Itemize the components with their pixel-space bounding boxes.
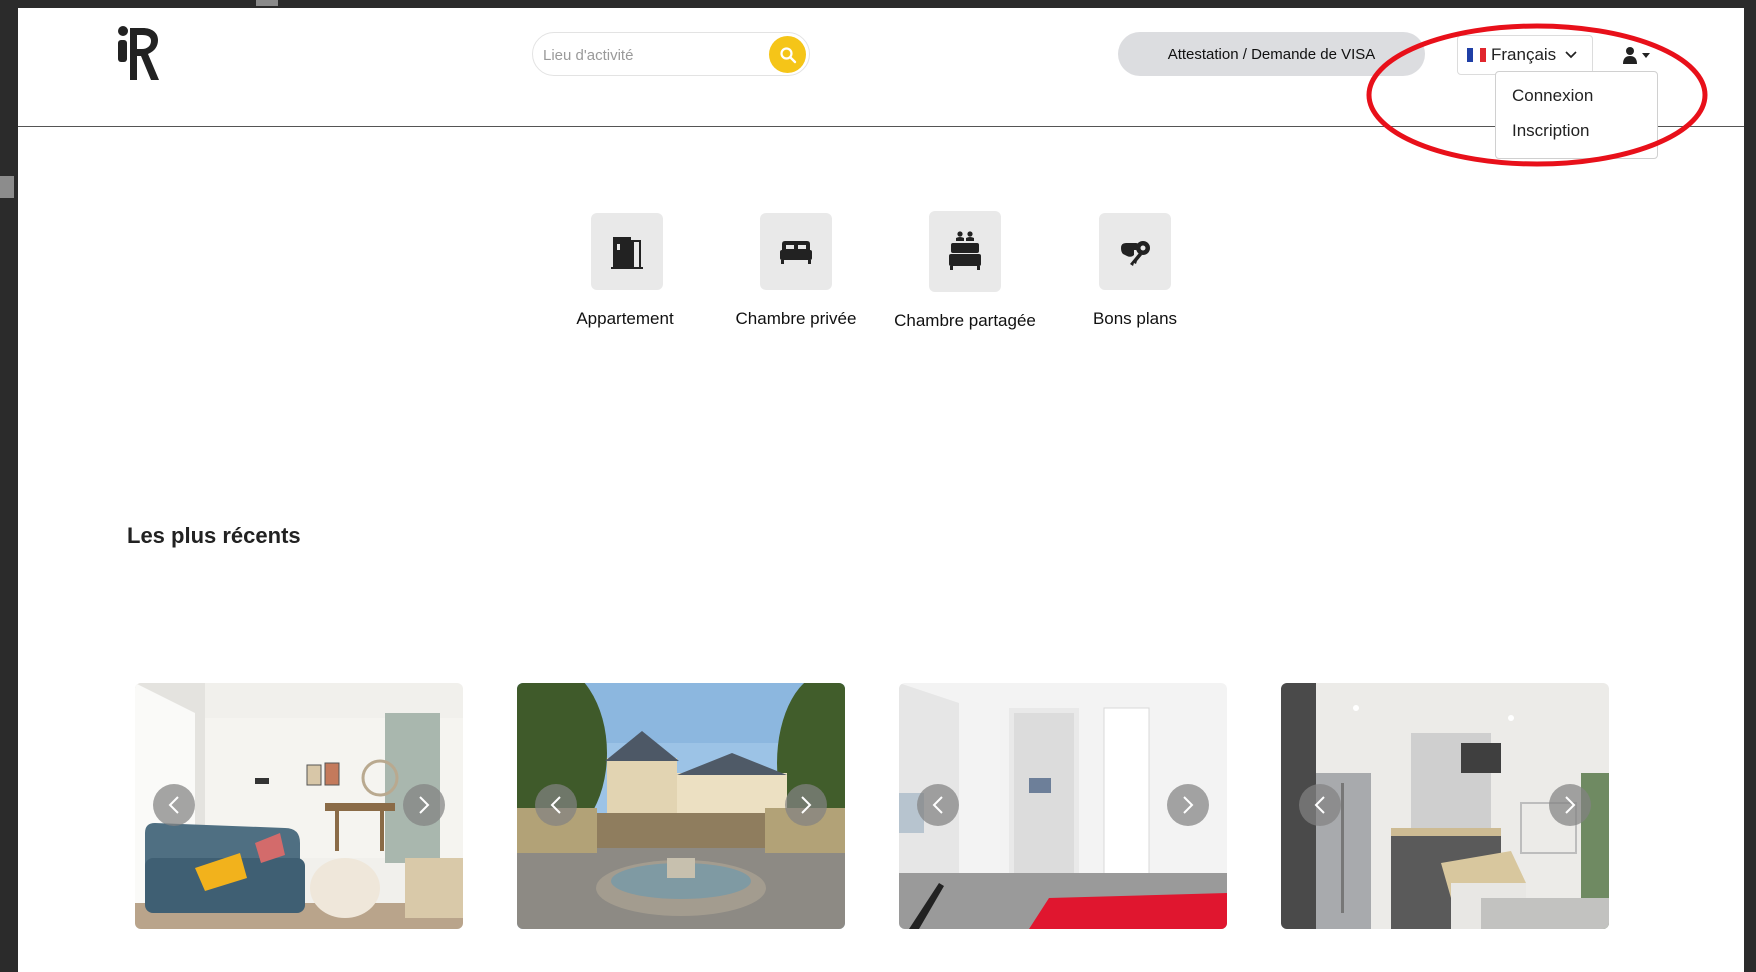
chevron-left-icon <box>1314 796 1325 814</box>
chevron-left-icon <box>932 796 943 814</box>
listing-card[interactable] <box>899 683 1227 929</box>
search-button[interactable] <box>769 36 806 73</box>
user-icon <box>1623 47 1637 64</box>
category-shared-room-label: Chambre partagée <box>894 311 1036 330</box>
fr-flag-icon <box>1467 48 1486 62</box>
login-menu-item[interactable]: Connexion <box>1512 86 1593 106</box>
site-logo[interactable] <box>114 22 160 84</box>
chevron-right-icon <box>801 796 812 814</box>
category-private-room-label: Chambre privée <box>735 309 857 328</box>
category-appartement-label: Appartement <box>576 309 674 328</box>
category-shared-room-button[interactable] <box>929 211 1001 292</box>
chevron-right-icon <box>1183 796 1194 814</box>
listing-card[interactable] <box>517 683 845 929</box>
logo-icon <box>118 26 159 80</box>
category-private-room-button[interactable] <box>760 213 832 290</box>
bed-icon <box>780 240 812 264</box>
previous-photo-button[interactable] <box>153 784 195 826</box>
hand-key-icon <box>1121 240 1150 266</box>
search-input[interactable] <box>541 43 765 67</box>
edge-marker <box>0 176 14 198</box>
right-window-edge <box>1744 0 1756 972</box>
chevron-down-icon <box>1565 51 1577 59</box>
door-icon <box>611 236 643 269</box>
listing-card[interactable] <box>1281 683 1609 929</box>
language-selector[interactable]: Français <box>1457 35 1593 75</box>
chevron-left-icon <box>550 796 561 814</box>
next-photo-button[interactable] <box>785 784 827 826</box>
left-window-edge <box>0 0 18 972</box>
next-photo-button[interactable] <box>1549 784 1591 826</box>
site-header: Attestation / Demande de VISA Français <box>18 8 1744 127</box>
register-menu-item[interactable]: Inscription <box>1512 121 1589 141</box>
chevron-left-icon <box>168 796 179 814</box>
visa-request-button[interactable]: Attestation / Demande de VISA <box>1118 32 1425 76</box>
language-label: Français <box>1491 45 1557 64</box>
user-menu-toggle[interactable] <box>1622 44 1662 66</box>
caret-down-icon <box>1642 52 1650 58</box>
user-dropdown-menu: Connexion Inscription <box>1495 71 1658 159</box>
next-photo-button[interactable] <box>1167 784 1209 826</box>
chevron-right-icon <box>419 796 430 814</box>
category-deals-button[interactable] <box>1099 213 1171 290</box>
search-bar <box>532 32 810 76</box>
window-tab-marker <box>256 0 278 6</box>
shared-bed-icon <box>949 230 981 270</box>
category-deals-label: Bons plans <box>1092 309 1178 328</box>
chevron-right-icon <box>1565 796 1576 814</box>
top-window-edge <box>0 0 1756 8</box>
previous-photo-button[interactable] <box>535 784 577 826</box>
recent-section-title: Les plus récents <box>127 523 301 548</box>
search-icon <box>779 46 796 63</box>
previous-photo-button[interactable] <box>1299 784 1341 826</box>
browser-page: Attestation / Demande de VISA Français C… <box>18 8 1744 972</box>
listing-card[interactable] <box>135 683 463 929</box>
category-appartement-button[interactable] <box>591 213 663 290</box>
previous-photo-button[interactable] <box>917 784 959 826</box>
next-photo-button[interactable] <box>403 784 445 826</box>
